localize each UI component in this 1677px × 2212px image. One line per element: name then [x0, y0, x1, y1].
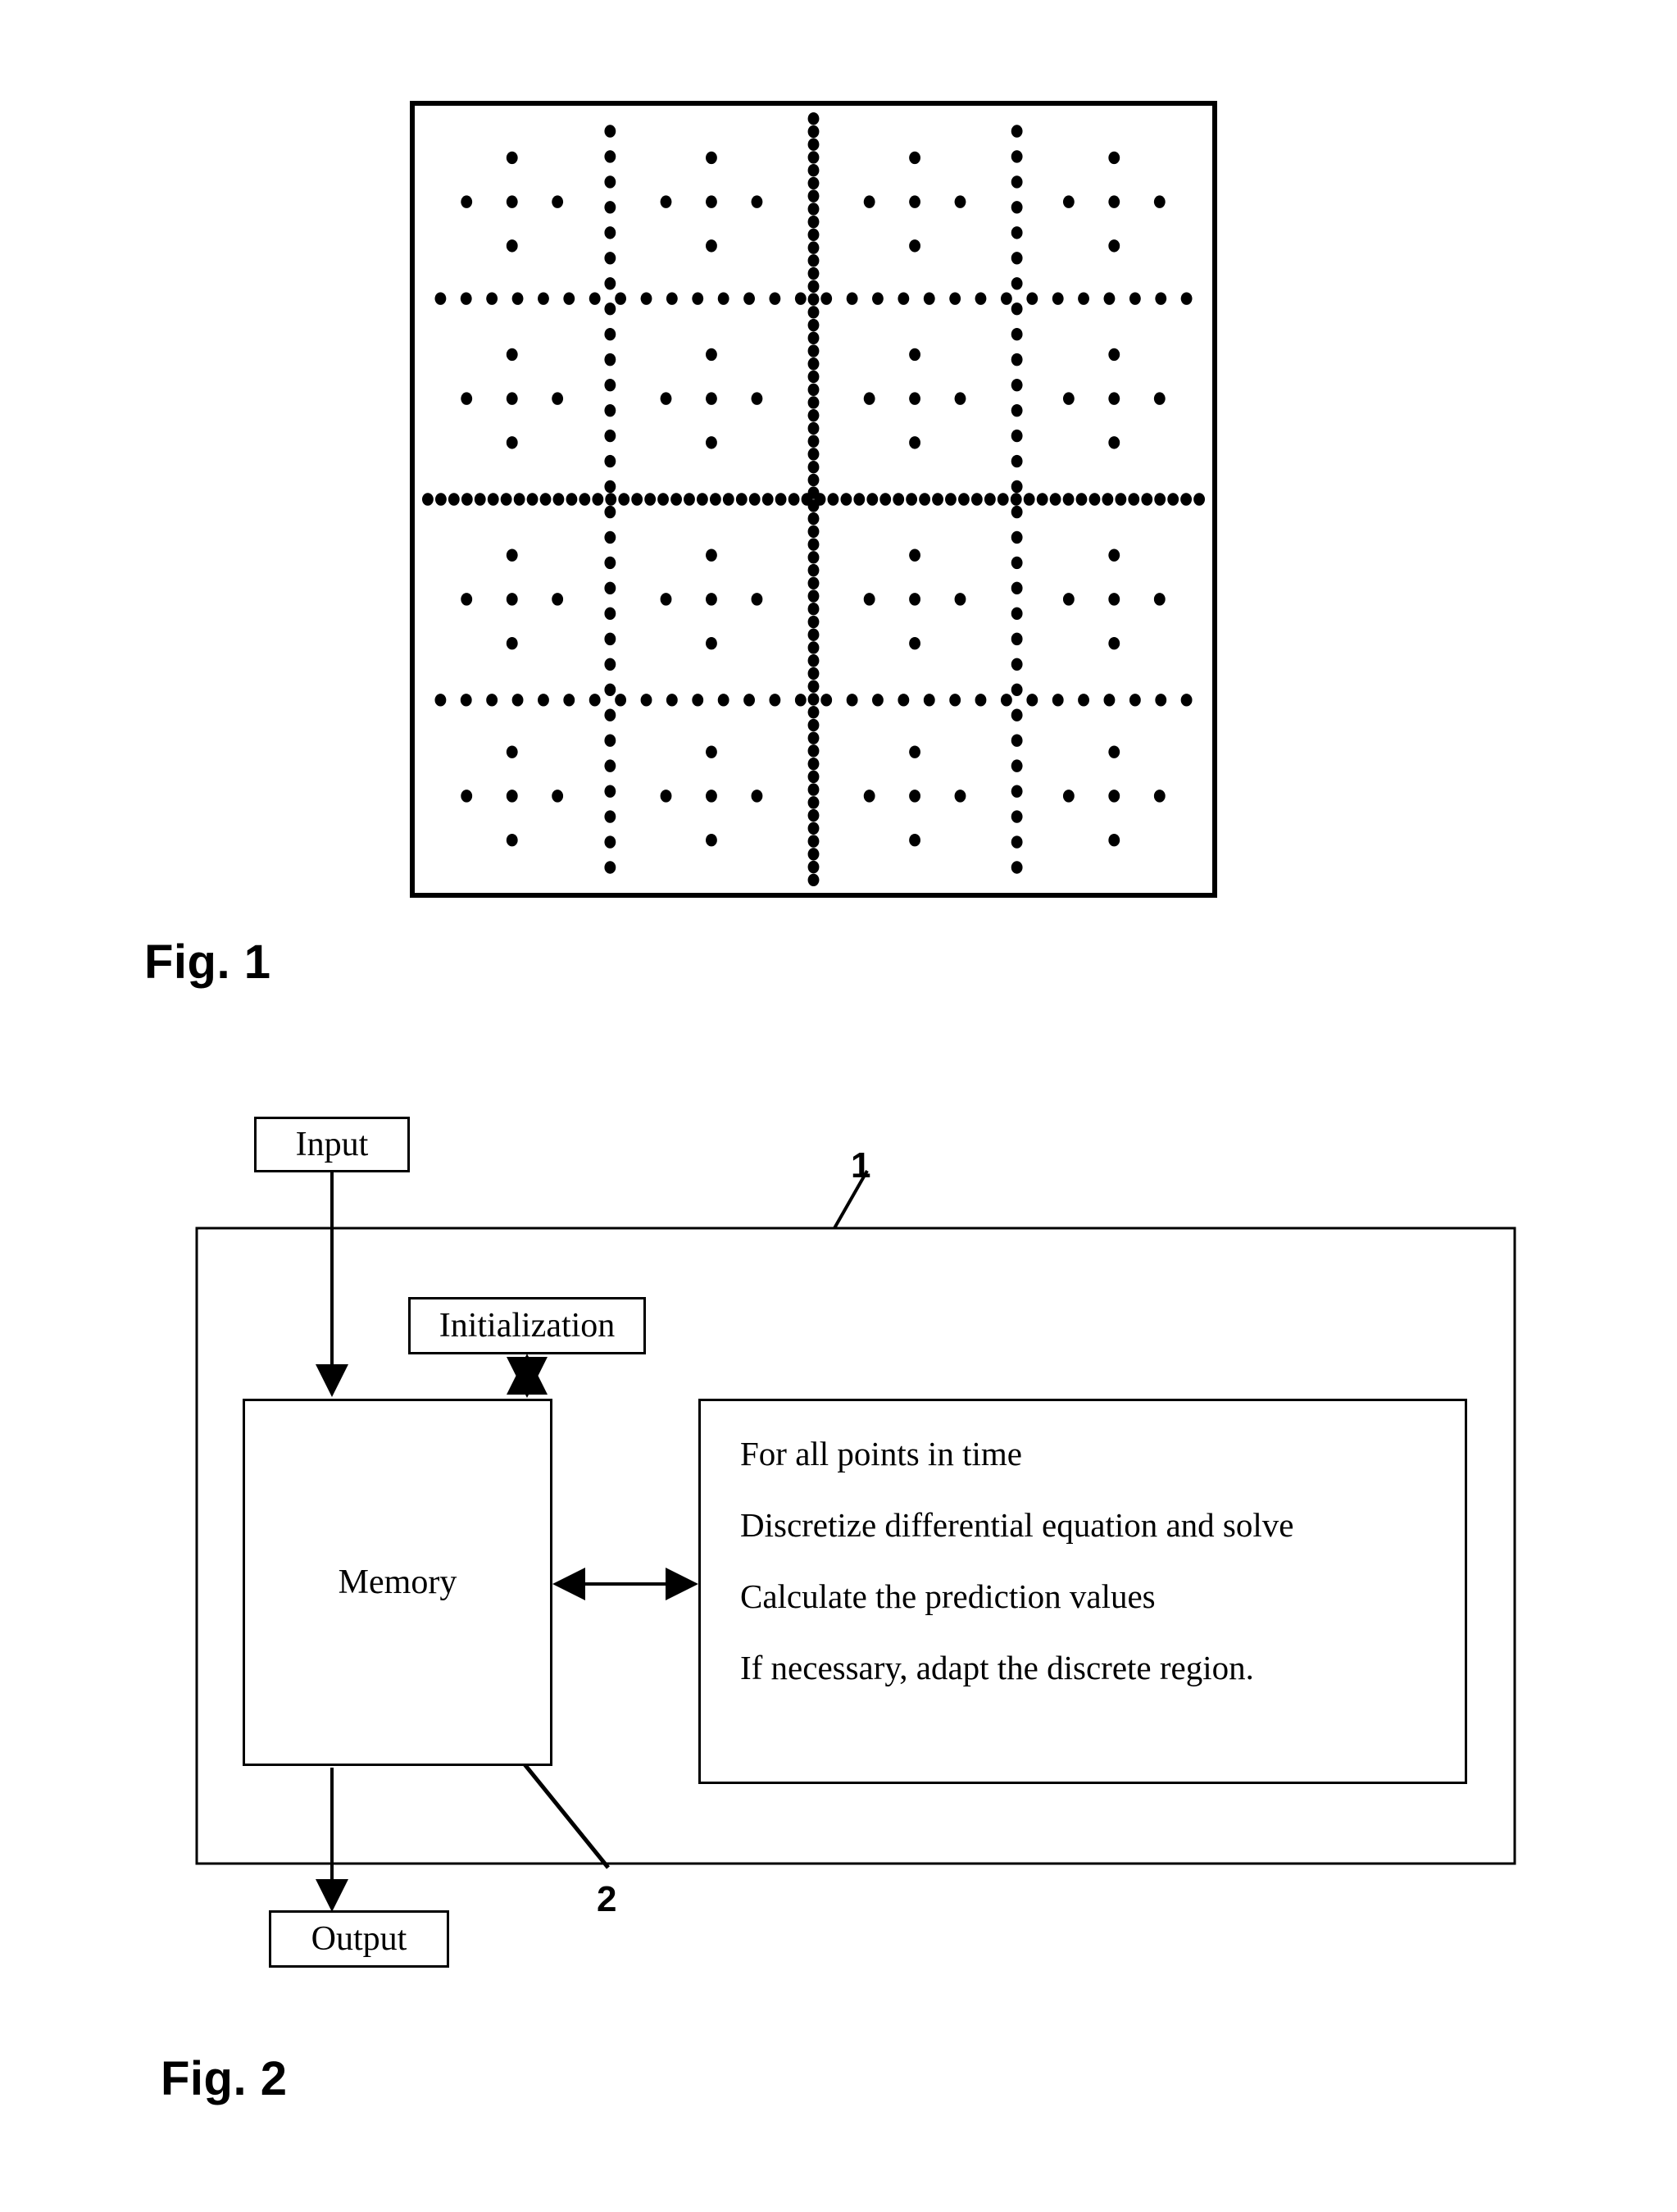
- reference-numeral-1: 1: [851, 1145, 871, 1186]
- leader-line-ref-2: [523, 1763, 610, 1869]
- initialization-node-label: Initialization: [439, 1307, 616, 1345]
- input-node-label: Input: [295, 1126, 369, 1163]
- figure-1-caption: Fig. 1: [144, 935, 271, 989]
- input-node[interactable]: Input: [254, 1117, 410, 1172]
- figure-2-caption: Fig. 2: [161, 2052, 288, 2105]
- reference-numeral-2: 2: [597, 1879, 617, 1919]
- process-step-1: For all points in time: [740, 1435, 1022, 1472]
- memory-node[interactable]: Memory: [243, 1399, 552, 1766]
- output-node-label: Output: [311, 1920, 407, 1958]
- output-node[interactable]: Output: [269, 1910, 449, 1968]
- process-step-3: Calculate the prediction values: [740, 1577, 1156, 1615]
- process-step-4: If necessary, adapt the discrete region.: [740, 1649, 1254, 1686]
- figure-1-grid-frame: [410, 101, 1217, 898]
- process-steps-node[interactable]: For all points in time Discretize differ…: [698, 1399, 1467, 1784]
- memory-node-label: Memory: [338, 1563, 457, 1601]
- figure-1-dot-grid: [421, 112, 1206, 886]
- patent-figure-sheet: Fig. 1 Input Initialization Memory For a…: [0, 0, 1677, 2212]
- process-step-2: Discretize differential equation and sol…: [740, 1506, 1294, 1544]
- initialization-node[interactable]: Initialization: [408, 1297, 646, 1354]
